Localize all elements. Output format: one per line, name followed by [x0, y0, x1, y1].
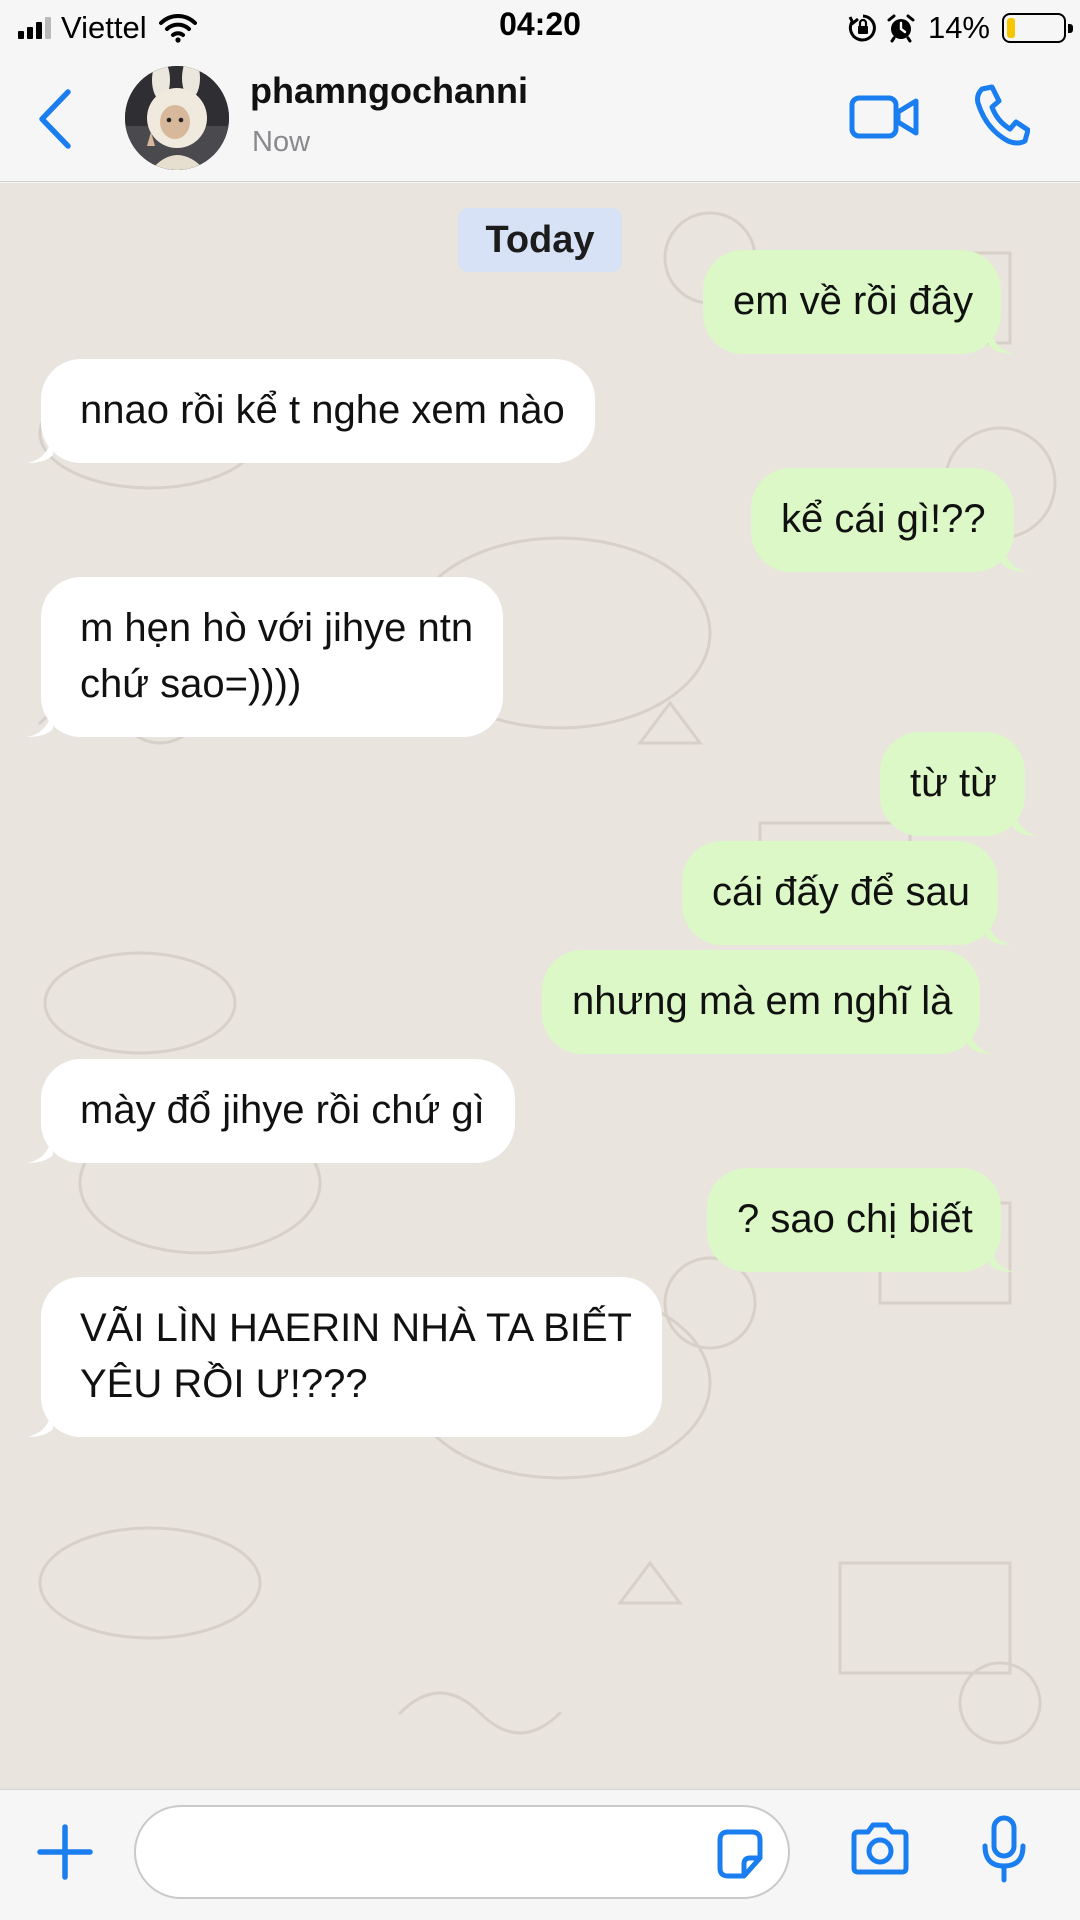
- incoming-message[interactable]: m hẹn hò với jihye ntn chứ sao=)))): [27, 577, 504, 737]
- bubble-tail: [27, 707, 53, 737]
- chat-header: phamngochanni Now: [0, 58, 1080, 182]
- incoming-message[interactable]: mày đổ jihye rồi chứ gì: [27, 1059, 515, 1163]
- plus-icon[interactable]: [36, 1823, 94, 1881]
- outgoing-message[interactable]: ? sao chị biết: [707, 1168, 1015, 1272]
- avatar-photo: [125, 66, 229, 170]
- bubble-tail: [1001, 542, 1028, 572]
- message-text: chứ sao=)))): [80, 662, 302, 706]
- bubble-tail: [27, 433, 53, 463]
- battery-percent: 14%: [927, 10, 990, 45]
- microphone-icon[interactable]: [980, 1814, 1028, 1884]
- message-text: em về rồi đây: [733, 279, 974, 323]
- chevron-left-icon[interactable]: [30, 84, 80, 154]
- bubble-tail: [27, 1133, 53, 1163]
- input-bar: [0, 1789, 1080, 1920]
- avatar[interactable]: [125, 66, 229, 170]
- message-text: m hẹn hò với jihye ntn: [80, 606, 474, 650]
- bubble-tail: [985, 915, 1012, 945]
- message-text: nnao rồi kể t nghe xem nào: [80, 388, 565, 432]
- battery-icon: [1002, 13, 1073, 43]
- video-camera-icon[interactable]: [848, 86, 920, 148]
- bubble-tail: [1012, 806, 1039, 836]
- date-divider: Today: [458, 208, 622, 272]
- outgoing-message[interactable]: từ từ: [880, 732, 1039, 836]
- contact-status: Now: [252, 126, 311, 158]
- bubble-tail: [968, 1024, 995, 1054]
- alarm-icon: [887, 14, 915, 43]
- message-text: kể cái gì!??: [781, 497, 986, 541]
- contact-name[interactable]: phamngochanni: [250, 70, 528, 112]
- camera-icon[interactable]: [848, 1820, 912, 1876]
- message-text: VÃI LÌN HAERIN NHÀ TA BIẾT: [80, 1306, 632, 1350]
- outgoing-message[interactable]: cái đấy để sau: [682, 841, 1012, 945]
- rotation-lock-icon: [848, 14, 876, 42]
- message-text: mày đổ jihye rồi chứ gì: [80, 1088, 485, 1132]
- message-text: ? sao chị biết: [737, 1197, 973, 1241]
- incoming-message[interactable]: nnao rồi kể t nghe xem nào: [27, 359, 595, 463]
- message-text: nhưng mà em nghĩ là: [572, 979, 953, 1023]
- bubble-tail: [988, 1242, 1015, 1272]
- bubble-tail: [27, 1407, 53, 1437]
- message-text: YÊU RỒI Ư!???: [80, 1362, 368, 1406]
- phone-icon[interactable]: [972, 83, 1030, 147]
- outgoing-message[interactable]: em về rồi đây: [703, 250, 1016, 354]
- status-bar: Viettel 04:20 14%: [0, 0, 1080, 58]
- incoming-message[interactable]: VÃI LÌN HAERIN NHÀ TA BIẾT YÊU RỒI Ư!???: [27, 1277, 662, 1437]
- sticker-icon[interactable]: [712, 1826, 768, 1882]
- bubble-tail: [989, 324, 1016, 354]
- chat-area[interactable]: Today em về rồi đây nnao rồi kể t nghe xe…: [0, 183, 1080, 1789]
- message-text: cái đấy để sau: [712, 870, 970, 914]
- message-text: từ từ: [910, 761, 997, 805]
- outgoing-message[interactable]: nhưng mà em nghĩ là: [542, 950, 995, 1054]
- outgoing-message[interactable]: kể cái gì!??: [751, 468, 1028, 572]
- message-input[interactable]: [134, 1805, 790, 1899]
